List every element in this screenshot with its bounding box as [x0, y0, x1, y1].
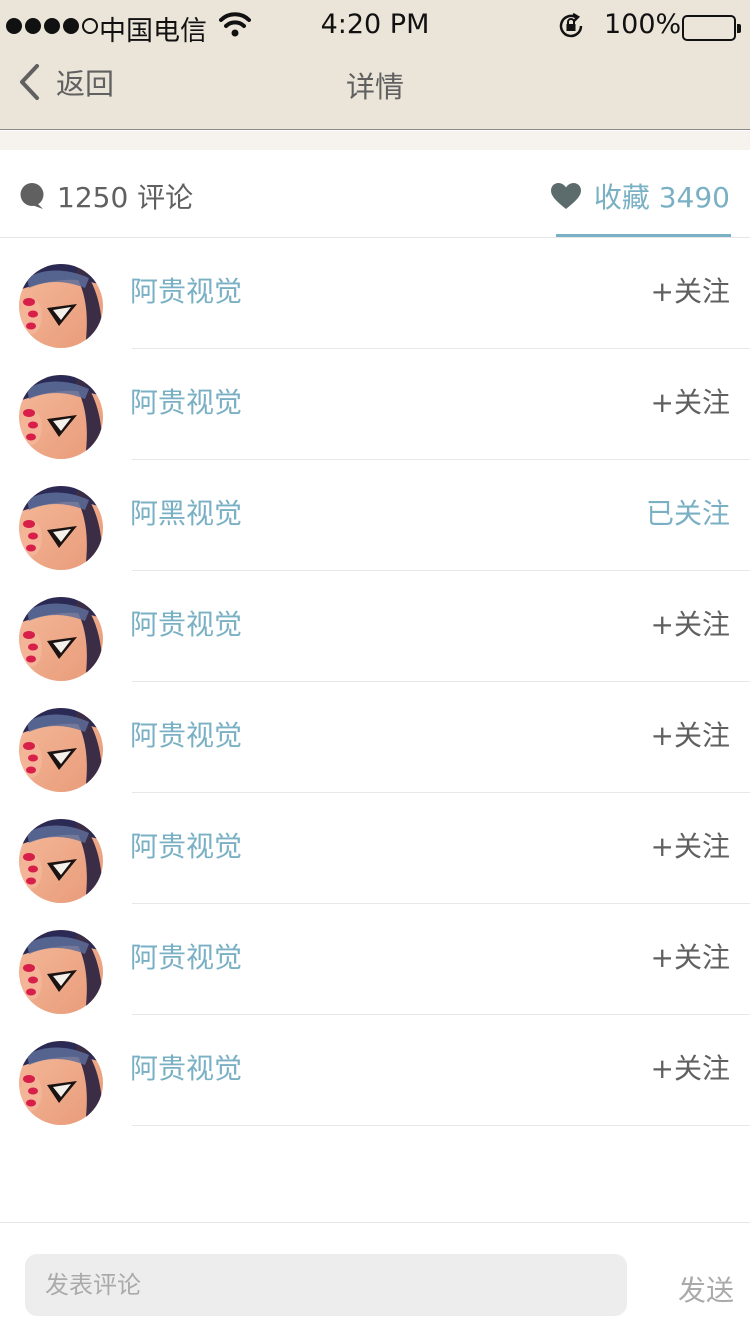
avatar[interactable]	[19, 264, 103, 348]
follower-list: 阿贵视觉 +关注 阿贵视觉 +关注 阿黑视觉 已关注 阿贵视觉 +关注 阿贵视觉…	[0, 238, 750, 1126]
list-item: 阿贵视觉 +关注	[0, 238, 750, 349]
battery-icon	[682, 15, 741, 41]
list-item: 阿贵视觉 +关注	[0, 1015, 750, 1126]
comment-count: 1250 评论	[57, 181, 194, 214]
follow-button[interactable]: 已关注	[646, 492, 730, 532]
user-name[interactable]: 阿黑视觉	[130, 492, 242, 532]
header: 中国电信 4:20 PM 100% 返回 详情	[0, 0, 750, 130]
avatar[interactable]	[19, 597, 103, 681]
page-title: 详情	[345, 70, 404, 104]
rotation-lock-icon	[556, 11, 586, 48]
list-item: 阿贵视觉 +关注	[0, 904, 750, 1015]
comment-bubble-icon	[20, 183, 44, 209]
battery-percent: 100%	[604, 9, 682, 40]
heart-icon	[550, 183, 581, 209]
favorite-count: 收藏 3490	[593, 181, 730, 214]
follow-button[interactable]: +关注	[651, 270, 730, 310]
avatar[interactable]	[19, 375, 103, 459]
list-item: 阿贵视觉 +关注	[0, 682, 750, 793]
section-gap	[0, 131, 750, 150]
follow-button[interactable]: +关注	[651, 1047, 730, 1087]
user-name[interactable]: 阿贵视觉	[130, 381, 242, 421]
list-item: 阿贵视觉 +关注	[0, 571, 750, 682]
list-item: 阿贵视觉 +关注	[0, 793, 750, 904]
user-name[interactable]: 阿贵视觉	[130, 270, 242, 310]
tab-comments[interactable]: 1250 评论	[19, 176, 193, 216]
avatar[interactable]	[19, 930, 103, 1014]
user-name[interactable]: 阿贵视觉	[130, 714, 242, 754]
comment-bar: 发送	[0, 1222, 750, 1334]
follow-button[interactable]: +关注	[651, 381, 730, 421]
follow-button[interactable]: +关注	[651, 603, 730, 643]
comment-input[interactable]	[25, 1254, 627, 1316]
user-name[interactable]: 阿贵视觉	[130, 1047, 242, 1087]
active-tab-indicator	[556, 234, 731, 237]
avatar[interactable]	[19, 708, 103, 792]
follow-button[interactable]: +关注	[651, 936, 730, 976]
follow-button[interactable]: +关注	[651, 714, 730, 754]
user-name[interactable]: 阿贵视觉	[130, 936, 242, 976]
follow-button[interactable]: +关注	[651, 825, 730, 865]
avatar[interactable]	[19, 1041, 103, 1125]
user-name[interactable]: 阿贵视觉	[130, 603, 242, 643]
send-button[interactable]: 发送	[678, 1269, 734, 1309]
stats-tabs: 1250 评论 收藏 3490	[0, 150, 750, 238]
list-item: 阿贵视觉 +关注	[0, 349, 750, 460]
row-divider	[132, 1125, 750, 1126]
status-bar: 中国电信 4:20 PM 100%	[0, 0, 750, 54]
tab-favorites[interactable]: 收藏 3490	[550, 176, 730, 216]
avatar[interactable]	[19, 819, 103, 903]
list-item: 阿黑视觉 已关注	[0, 460, 750, 571]
user-name[interactable]: 阿贵视觉	[130, 825, 242, 865]
avatar[interactable]	[19, 486, 103, 570]
